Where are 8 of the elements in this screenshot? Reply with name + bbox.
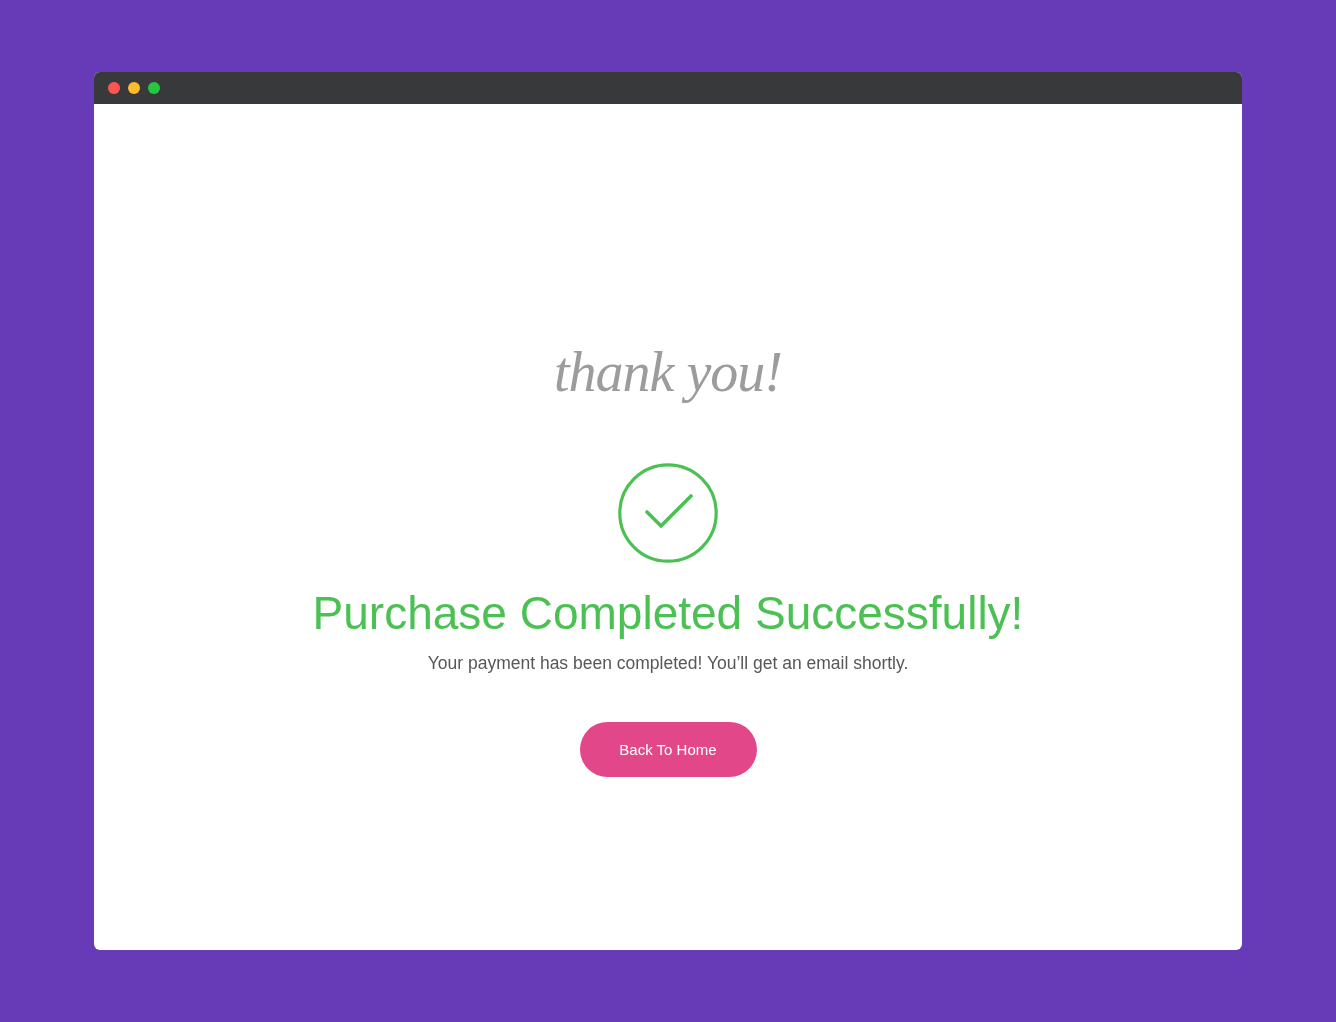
minimize-button[interactable] (128, 82, 140, 94)
check-circle-icon (618, 463, 718, 563)
success-heading: Purchase Completed Successfully! (312, 586, 1024, 641)
handwritten-greeting: thank you! (554, 340, 782, 405)
maximize-button[interactable] (148, 82, 160, 94)
close-button[interactable] (108, 82, 120, 94)
confirmation-message: Your payment has been completed! You’ll get an email shortly. (427, 653, 909, 673)
back-to-home-button[interactable]: Back To Home (579, 722, 757, 777)
